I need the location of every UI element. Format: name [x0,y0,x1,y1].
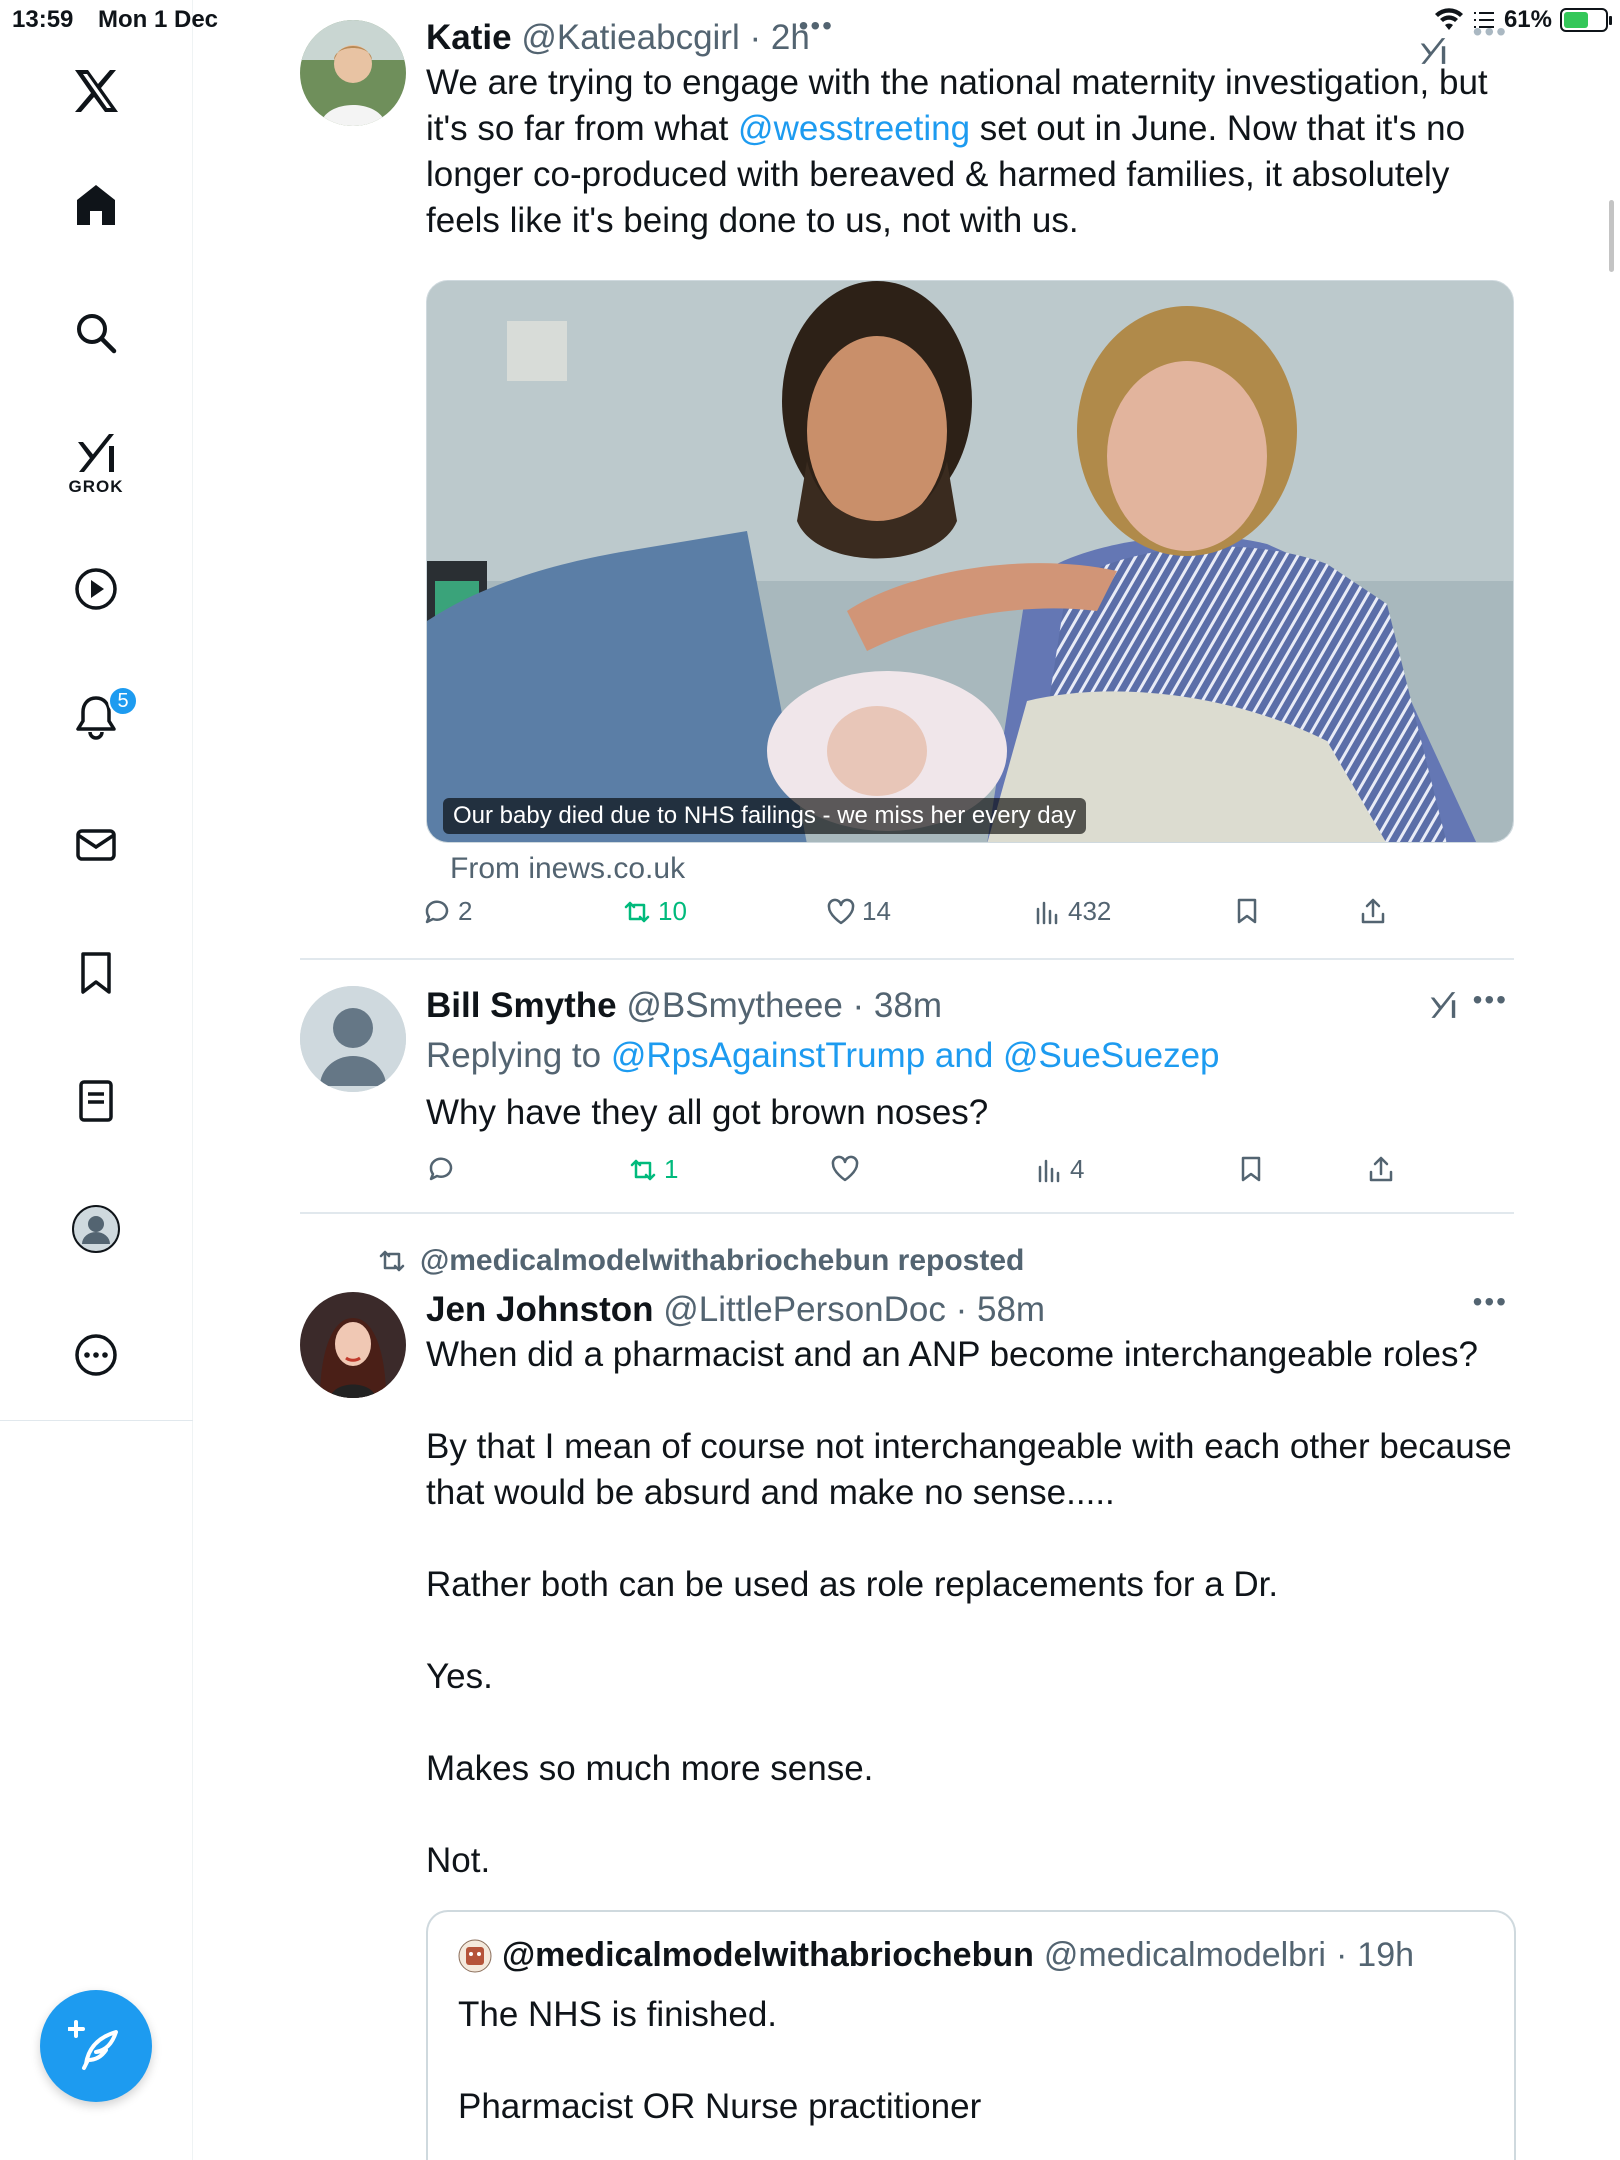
quote-header: @medicalmodelwithabriochebun @medicalmod… [458,1936,1414,1975]
quoted-post[interactable]: @medicalmodelwithabriochebun @medicalmod… [426,1910,1516,2160]
quote-time[interactable]: 19h [1357,1936,1414,1975]
bookmark-icon[interactable] [63,940,129,1006]
repost-icon [379,1250,405,1272]
status-time: 13:59 [12,6,74,33]
more-options-icon[interactable]: ••• [1473,1286,1508,1318]
avatar[interactable] [458,1939,492,1973]
post-actions: 1 4 [422,1154,1402,1194]
bookmark-icon [1241,1156,1261,1182]
reply-button[interactable] [426,1154,462,1184]
link-card-image[interactable]: Our baby died due to NHS failings - we m… [426,280,1514,843]
like-button[interactable]: 14 [826,896,891,927]
repost-button[interactable]: 10 [622,896,687,927]
status-right: 61% [1434,6,1612,34]
post-text: We are trying to engage with the nationa… [426,63,1488,240]
mention-link[interactable]: @wesstreeting [738,109,970,148]
profile-icon[interactable] [63,1196,129,1262]
views-button[interactable]: 432 [1032,896,1111,927]
quote-author-name[interactable]: @medicalmodelwithabriochebun [502,1936,1034,1975]
mail-icon[interactable] [63,812,129,878]
scrollbar[interactable] [1609,200,1614,272]
quote-text-line: Pharmacist OR Nurse practitioner [458,2087,982,2126]
quote-text-line: The NHS is finished. [458,1995,778,2034]
avatar[interactable] [300,1292,406,1398]
post-text: When did a pharmacist and an ANP become … [426,1335,1512,1880]
replying-to-links[interactable]: @RpsAgainstTrump and @SueSuezep [611,1036,1220,1075]
post-time[interactable]: 58m [977,1290,1045,1329]
lists-icon[interactable] [63,1068,129,1134]
share-button[interactable] [1358,896,1388,926]
author-handle[interactable]: @LittlePersonDoc [663,1290,946,1329]
compose-feather-icon [68,2020,118,2070]
quote-author-handle[interactable]: @medicalmodelbri [1044,1936,1326,1975]
search-icon[interactable] [63,300,129,366]
bookmark-button[interactable] [1236,1154,1266,1184]
sidebar-divider [0,1420,193,1421]
reply-icon [429,1157,453,1181]
heart-icon [831,1155,859,1182]
replying-to: Replying to @RpsAgainstTrump and @SueSue… [426,1036,1220,1075]
author-name[interactable]: Jen Johnston [426,1290,654,1329]
bookmark-icon [1237,898,1257,924]
post-header: Bill Smythe @BSmytheee · 38m [426,986,943,1025]
post-bill-smythe[interactable]: Bill Smythe @BSmytheee · 38m Replying to… [300,984,1514,1204]
link-source[interactable]: From inews.co.uk [450,852,685,886]
reply-button[interactable]: 2 [422,896,472,927]
grok-icon[interactable] [1426,988,1460,1022]
more-options-icon[interactable]: ••• [1473,984,1508,1016]
post-text: Why have they all got brown noses? [426,1093,989,1132]
video-icon[interactable] [63,556,129,622]
x-logo-icon[interactable] [63,58,129,124]
post-time[interactable]: 38m [874,986,942,1025]
post-katie[interactable]: Katie @Katieabcgirl · 2h ••• ••• We are … [300,10,1514,946]
share-icon [1361,898,1385,924]
home-icon[interactable] [63,172,129,238]
post-actions: 2 10 14 432 [422,896,1402,936]
status-bar: 13:59 Mon 1 Dec 61% [0,0,1620,40]
repost-icon [630,1159,656,1180]
author-name[interactable]: Bill Smythe [426,986,617,1025]
wifi-icon [1434,8,1463,30]
battery-icon [1560,8,1612,32]
repost-button[interactable]: 1 [628,1154,678,1185]
post-divider [300,1212,1514,1214]
status-date: Mon 1 Dec [98,6,219,33]
compose-button[interactable] [40,1990,152,2102]
more-circle-icon[interactable] [63,1322,129,1388]
grok-label: GROK [68,477,124,496]
repost-icon [624,901,650,922]
heart-icon [827,898,855,924]
media-caption: Our baby died due to NHS failings - we m… [443,798,1086,834]
reply-icon [425,900,449,923]
notifications-badge: 5 [108,686,138,716]
share-icon [1369,1156,1393,1182]
post-divider [300,958,1514,960]
like-button[interactable] [830,1154,866,1184]
battery-percent: 61% [1503,6,1552,33]
views-button[interactable]: 4 [1034,1154,1084,1185]
author-handle[interactable]: @BSmytheee [626,986,842,1025]
sidebar: GROK 5 [0,0,193,2160]
views-icon [1038,1159,1060,1182]
post-header: Jen Johnston @LittlePersonDoc · 58m [426,1290,1046,1329]
share-button[interactable] [1366,1154,1396,1184]
photo [427,281,1513,842]
reposted-by: @medicalmodelwithabriochebun reposted [420,1244,1025,1277]
bookmark-button[interactable] [1232,896,1262,926]
list-status-icon [1473,12,1494,28]
views-icon [1036,901,1058,924]
battery-level [1564,12,1589,28]
repost-indicator[interactable]: @medicalmodelwithabriochebun reposted [376,1244,1024,1278]
avatar[interactable] [300,986,406,1092]
